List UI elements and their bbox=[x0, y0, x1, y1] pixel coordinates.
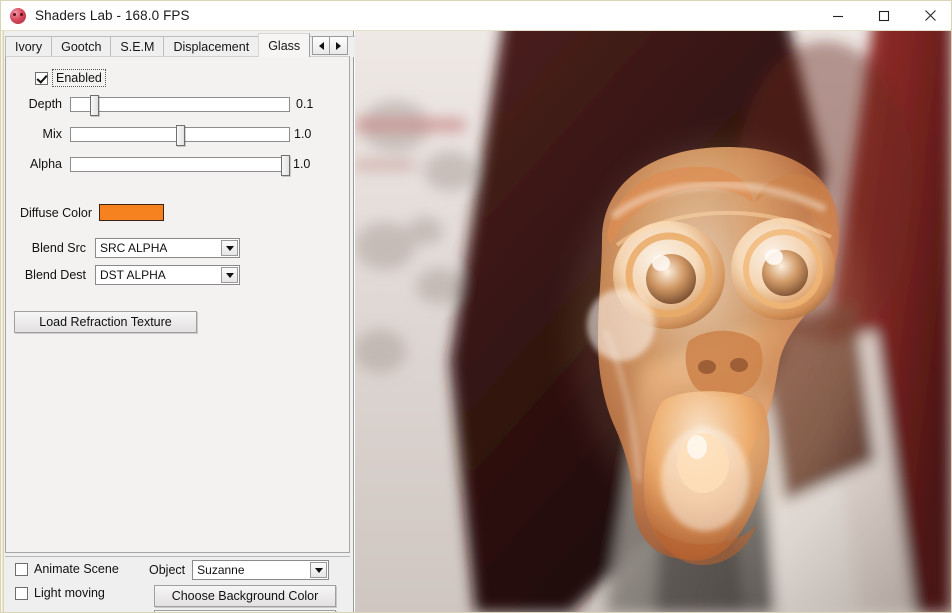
diffuse-color-row: Diffuse Color bbox=[20, 204, 164, 221]
chevron-down-icon bbox=[226, 246, 234, 251]
blend-src-value: SRC ALPHA bbox=[96, 241, 167, 255]
tab-displacement[interactable]: Displacement bbox=[163, 36, 259, 57]
tab-label: Ivory bbox=[15, 40, 42, 54]
diffuse-color-label: Diffuse Color bbox=[20, 206, 86, 220]
diffuse-color-swatch[interactable] bbox=[99, 204, 164, 221]
blend-dest-row: Blend Dest DST ALPHA bbox=[16, 265, 240, 285]
mix-slider[interactable] bbox=[70, 125, 290, 143]
enabled-checkbox-row[interactable]: Enabled bbox=[35, 69, 106, 87]
tab-scroll-left-button[interactable] bbox=[313, 37, 330, 54]
blend-src-dropdown-button[interactable] bbox=[221, 240, 238, 256]
mix-label: Mix bbox=[16, 127, 62, 141]
object-dropdown-button[interactable] bbox=[310, 562, 327, 578]
mix-value: 1.0 bbox=[294, 127, 311, 141]
tab-label: S.E.M bbox=[120, 40, 154, 54]
load-refraction-texture-button[interactable]: Load Refraction Texture bbox=[14, 311, 197, 333]
animate-scene-checkbox[interactable] bbox=[15, 563, 28, 576]
enabled-checkbox[interactable] bbox=[35, 72, 48, 85]
tab-ivory[interactable]: Ivory bbox=[5, 36, 52, 57]
alpha-slider[interactable] bbox=[70, 155, 290, 173]
tab-sem[interactable]: S.E.M bbox=[110, 36, 164, 57]
title-bar: Shaders Lab - 168.0 FPS bbox=[1, 1, 952, 31]
depth-slider-row: Depth 0.1 bbox=[16, 95, 341, 113]
chevron-down-icon bbox=[315, 568, 323, 573]
tab-scroll-right-button[interactable] bbox=[330, 37, 347, 54]
depth-slider-thumb[interactable] bbox=[90, 95, 99, 116]
tab-strip: Ivory Gootch S.E.M Displacement Glass To… bbox=[5, 33, 354, 57]
object-value: Suzanne bbox=[193, 563, 244, 577]
animate-scene-label: Animate Scene bbox=[34, 562, 119, 576]
close-button[interactable] bbox=[907, 1, 952, 30]
scene-options-panel: Animate Scene Light moving Object Suzann… bbox=[5, 556, 350, 613]
panel-divider bbox=[5, 556, 350, 557]
object-row: Object Suzanne bbox=[149, 560, 329, 580]
light-moving-label: Light moving bbox=[34, 586, 105, 600]
animate-scene-row[interactable]: Animate Scene bbox=[15, 562, 119, 576]
tab-gootch[interactable]: Gootch bbox=[51, 36, 111, 57]
chevron-down-icon bbox=[226, 273, 234, 278]
tab-scroll-buttons bbox=[312, 36, 348, 55]
tab-label: Gootch bbox=[61, 40, 101, 54]
alpha-label: Alpha bbox=[16, 157, 62, 171]
depth-value: 0.1 bbox=[296, 97, 313, 111]
blend-src-combobox[interactable]: SRC ALPHA bbox=[95, 238, 240, 258]
object-combobox[interactable]: Suzanne bbox=[192, 560, 329, 580]
alpha-slider-thumb[interactable] bbox=[281, 155, 290, 176]
mix-slider-thumb[interactable] bbox=[176, 125, 185, 146]
load-refraction-texture-label: Load Refraction Texture bbox=[39, 315, 172, 329]
enabled-label: Enabled bbox=[52, 69, 106, 87]
light-moving-row[interactable]: Light moving bbox=[15, 586, 105, 600]
alpha-value: 1.0 bbox=[293, 157, 310, 171]
minimize-button[interactable] bbox=[815, 1, 861, 30]
tab-glass[interactable]: Glass bbox=[258, 33, 310, 57]
maximize-button[interactable] bbox=[861, 1, 907, 30]
mix-slider-row: Mix 1.0 bbox=[16, 125, 341, 143]
blend-src-label: Blend Src bbox=[16, 241, 86, 255]
choose-background-color-label: Choose Background Color bbox=[172, 589, 319, 603]
control-panel: Ivory Gootch S.E.M Displacement Glass To… bbox=[1, 31, 354, 613]
app-icon bbox=[10, 8, 26, 24]
depth-slider-track[interactable] bbox=[70, 97, 290, 112]
light-moving-checkbox[interactable] bbox=[15, 587, 28, 600]
tab-label: Glass bbox=[268, 39, 300, 53]
blend-dest-value: DST ALPHA bbox=[96, 268, 166, 282]
choose-background-color-button[interactable]: Choose Background Color bbox=[154, 585, 336, 607]
glass-tab-page: Enabled Depth 0.1 Mix 1.0 bbox=[5, 56, 350, 553]
alpha-slider-track[interactable] bbox=[70, 157, 290, 172]
object-label: Object bbox=[149, 563, 185, 577]
blend-dest-label: Blend Dest bbox=[16, 268, 86, 282]
depth-label: Depth bbox=[16, 97, 62, 111]
tab-label: Displacement bbox=[173, 40, 249, 54]
triangle-right-icon bbox=[336, 42, 341, 50]
depth-slider[interactable] bbox=[70, 95, 290, 113]
shaders-lab-window: Shaders Lab - 168.0 FPS Ivory Gootch S.E… bbox=[0, 0, 952, 613]
window-title: Shaders Lab - 168.0 FPS bbox=[35, 8, 190, 23]
panel-left-edge bbox=[1, 31, 4, 613]
blend-src-row: Blend Src SRC ALPHA bbox=[16, 238, 240, 258]
render-output bbox=[355, 31, 952, 613]
blend-dest-combobox[interactable]: DST ALPHA bbox=[95, 265, 240, 285]
3d-render-viewport[interactable] bbox=[355, 31, 952, 613]
blend-dest-dropdown-button[interactable] bbox=[221, 267, 238, 283]
triangle-left-icon bbox=[319, 42, 324, 50]
alpha-slider-row: Alpha 1.0 bbox=[16, 155, 341, 173]
window-caption-buttons bbox=[815, 1, 952, 30]
tab-list: Ivory Gootch S.E.M Displacement Glass To… bbox=[5, 33, 355, 57]
